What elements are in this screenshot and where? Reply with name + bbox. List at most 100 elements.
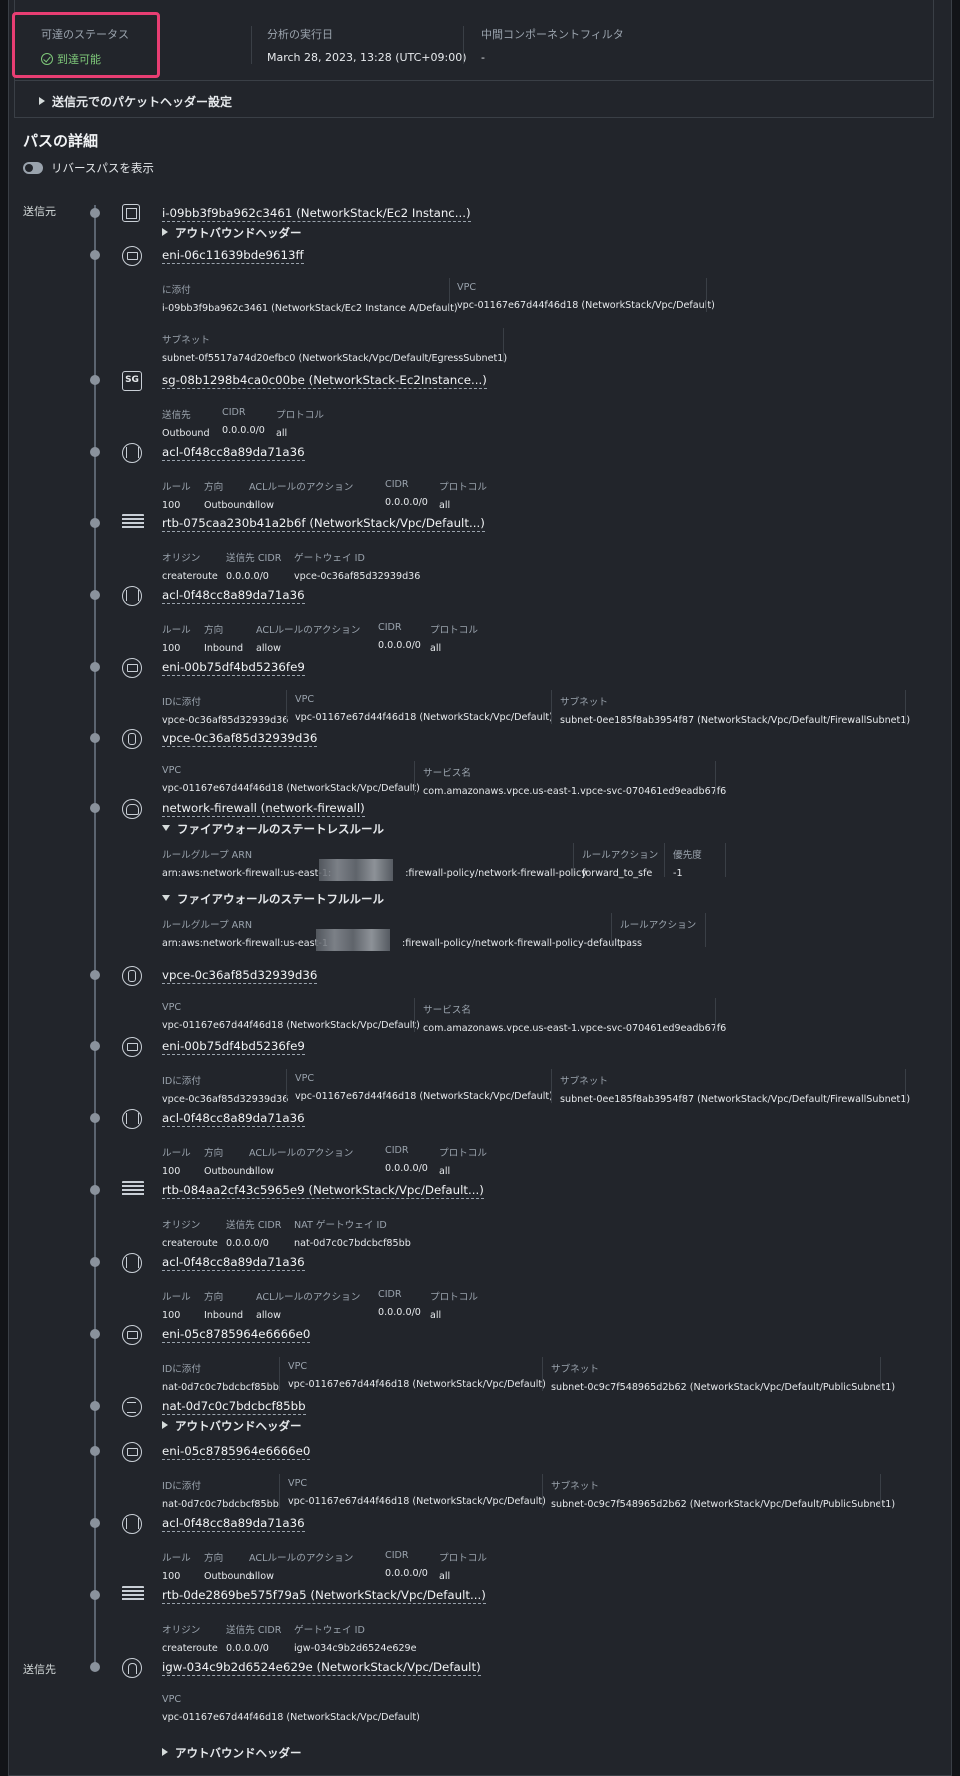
field-value: 0.0.0.0/0 bbox=[226, 571, 269, 582]
network-acl-icon bbox=[122, 1109, 142, 1129]
field-value: createroute bbox=[162, 1238, 218, 1249]
detail-field: 送信先 Outbound bbox=[162, 407, 210, 439]
resource-link[interactable]: eni-06c11639bde9613ff bbox=[162, 248, 304, 264]
field-label: サブネット bbox=[560, 1076, 608, 1087]
resource-link[interactable]: acl-0f48cc8a89da71a36 bbox=[162, 1516, 305, 1532]
field-label: ゲートウェイ ID bbox=[294, 553, 365, 564]
field-label: 送信先 bbox=[162, 410, 191, 421]
resource-link[interactable]: nat-0d7c0c7bdcbcf85bb bbox=[162, 1399, 306, 1415]
outbound-header-expander[interactable]: アウトバウンドヘッダー bbox=[162, 1418, 302, 1434]
status-highlight bbox=[12, 12, 160, 78]
resource-link[interactable]: acl-0f48cc8a89da71a36 bbox=[162, 1111, 305, 1127]
detail-field: ACLルールのアクション allow bbox=[256, 1289, 360, 1321]
network-acl-icon bbox=[122, 1253, 142, 1273]
timeline-dot bbox=[90, 1113, 100, 1123]
resource-link[interactable]: vpce-0c36af85d32939d36 bbox=[162, 968, 318, 984]
timeline-dot bbox=[90, 1662, 100, 1672]
reverse-path-label: リバースパスを表示 bbox=[51, 161, 154, 175]
detail-field: プロトコル all bbox=[439, 1550, 487, 1582]
field-value: vpce-0c36af85d32939d36 bbox=[162, 715, 289, 726]
detail-field: プロトコル all bbox=[276, 407, 324, 439]
divider bbox=[449, 278, 450, 312]
detail-field: VPC vpc-01167e67d44f46d18 (NetworkStack/V… bbox=[295, 1073, 553, 1102]
detail-field: 方向 Inbound bbox=[204, 622, 243, 654]
field-value: subnet-0ee185f8ab3954f87 (NetworkStack/V… bbox=[560, 1094, 911, 1105]
field-label: オリジン bbox=[162, 553, 201, 564]
field-label: CIDR bbox=[385, 1145, 409, 1156]
field-label: プロトコル bbox=[439, 482, 487, 493]
field-label: ルール bbox=[162, 1292, 191, 1303]
outbound-header-expander[interactable]: アウトバウンドヘッダー bbox=[162, 225, 302, 241]
field-label: CIDR bbox=[378, 622, 402, 633]
outbound-header-expander[interactable]: アウトバウンドヘッダー bbox=[162, 1745, 302, 1761]
detail-field: 方向 Outbound bbox=[204, 1145, 252, 1177]
resource-link[interactable]: eni-00b75df4bd5236fe9 bbox=[162, 660, 305, 676]
divider bbox=[15, 80, 933, 81]
timeline-dot bbox=[90, 375, 100, 385]
resource-link[interactable]: acl-0f48cc8a89da71a36 bbox=[162, 588, 305, 604]
resource-link[interactable]: sg-08b1298b4ca0c00be (NetworkStack-Ec2In… bbox=[162, 373, 487, 389]
detail-field: オリジン createroute bbox=[162, 1217, 218, 1249]
field-label: 方向 bbox=[204, 1553, 224, 1564]
field-label: VPC bbox=[457, 282, 477, 293]
divider bbox=[611, 913, 612, 947]
field-value: 0.0.0.0/0 bbox=[226, 1643, 269, 1654]
arn-prefix: arn:aws:network-firewall:us-east-1: bbox=[162, 868, 332, 879]
resource-link[interactable]: eni-05c8785964e6666e0 bbox=[162, 1327, 311, 1343]
detail-field: VPC vpc-01167e67d44f46d18 (NetworkStack/V… bbox=[162, 1002, 420, 1031]
outbound-header-label: アウトバウンドヘッダー bbox=[175, 226, 302, 240]
resource-link[interactable]: acl-0f48cc8a89da71a36 bbox=[162, 1255, 305, 1271]
resource-link[interactable]: network-firewall (network-firewall) bbox=[162, 801, 365, 817]
detail-field: VPC vpc-01167e67d44f46d18 (NetworkStack/V… bbox=[288, 1361, 546, 1390]
field-label: ACLルールのアクション bbox=[256, 625, 361, 636]
field-value: 0.0.0.0/0 bbox=[226, 1238, 269, 1249]
divider bbox=[286, 690, 287, 724]
divider bbox=[251, 26, 252, 64]
resource-link[interactable]: rtb-075caa230b41a2b6f (NetworkStack/Vpc/… bbox=[162, 516, 485, 532]
resource-link[interactable]: eni-05c8785964e6666e0 bbox=[162, 1444, 311, 1460]
field-value: vpc-01167e67d44f46d18 (NetworkStack/Vpc/… bbox=[162, 1712, 420, 1723]
detail-field: IDに添付 vpce-0c36af85d32939d36 bbox=[162, 694, 288, 726]
run-date-label: 分析の実行日 bbox=[267, 28, 333, 41]
route-table-icon bbox=[122, 514, 144, 530]
divider bbox=[715, 761, 716, 795]
field-value: 100 bbox=[162, 643, 181, 654]
field-value: subnet-0c9c7f548965d2b62 (NetworkStack/V… bbox=[551, 1499, 896, 1510]
resource-link[interactable]: eni-00b75df4bd5236fe9 bbox=[162, 1039, 305, 1055]
stateful-rules-expander[interactable]: ファイアウォールのステートフルルール bbox=[162, 891, 384, 907]
field-label: ルールグループ ARN bbox=[162, 920, 253, 931]
resource-link[interactable]: vpce-0c36af85d32939d36 bbox=[162, 731, 318, 747]
network-firewall-icon bbox=[122, 799, 142, 819]
resource-link[interactable]: i-09bb3f9ba962c3461 (NetworkStack/Ec2 In… bbox=[162, 206, 471, 222]
field-value: -1 bbox=[673, 868, 683, 879]
detail-field: ルール 100 bbox=[162, 622, 191, 654]
field-label: IDに添付 bbox=[162, 1076, 201, 1087]
timeline-dot bbox=[90, 733, 100, 743]
detail-field: プロトコル all bbox=[430, 622, 478, 654]
path-details-heading: パスの詳細 bbox=[23, 132, 99, 150]
stateless-rules-expander[interactable]: ファイアウォールのステートレスルール bbox=[162, 821, 384, 837]
field-value: createroute bbox=[162, 1643, 218, 1654]
detail-field: ACLルールのアクション allow bbox=[249, 1550, 353, 1582]
resource-link[interactable]: rtb-0de2869be575f79a5 (NetworkStack/Vpc/… bbox=[162, 1588, 486, 1604]
detail-field: 方向 Outbound bbox=[204, 479, 252, 511]
resource-link[interactable]: acl-0f48cc8a89da71a36 bbox=[162, 445, 305, 461]
field-label: 方向 bbox=[204, 625, 224, 636]
divider bbox=[503, 328, 504, 362]
field-value: Outbound bbox=[162, 428, 210, 439]
resource-link[interactable]: rtb-084aa2cf43c5965e9 (NetworkStack/Vpc/… bbox=[162, 1183, 484, 1199]
resource-link[interactable]: igw-034c9b2d6524e629e (NetworkStack/Vpc/… bbox=[162, 1660, 481, 1676]
field-label: ルールアクション bbox=[620, 920, 697, 931]
caret-down-icon bbox=[162, 825, 170, 831]
packet-header-expander[interactable]: 送信元でのパケットヘッダー設定 bbox=[39, 93, 232, 110]
timeline-dot bbox=[90, 1257, 100, 1267]
packet-header-label: 送信元でのパケットヘッダー設定 bbox=[52, 95, 233, 109]
field-label: サービス名 bbox=[423, 1005, 471, 1016]
reverse-path-toggle[interactable] bbox=[23, 162, 43, 174]
field-value: all bbox=[430, 1310, 442, 1321]
detail-field: CIDR 0.0.0.0/0 bbox=[385, 1550, 428, 1579]
detail-field: 方向 Outbound bbox=[204, 1550, 252, 1582]
caret-right-icon bbox=[39, 97, 45, 105]
timeline-dot bbox=[90, 970, 100, 980]
field-label: オリジン bbox=[162, 1625, 201, 1636]
